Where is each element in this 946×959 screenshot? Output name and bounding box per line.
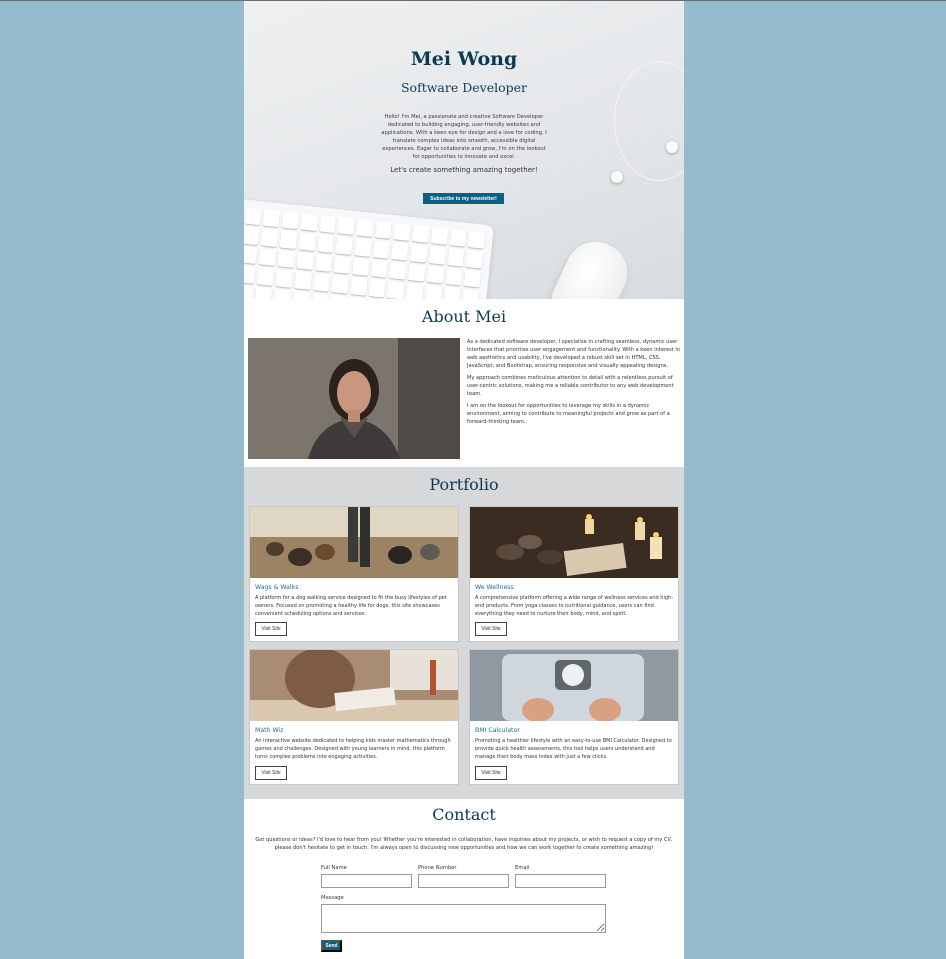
hero-section: Mei Wong Software Developer Hello! I'm M… xyxy=(244,1,684,299)
page: Mei Wong Software Developer Hello! I'm M… xyxy=(244,1,684,959)
email-label: Email xyxy=(515,865,530,871)
project-title: Wags & Walks xyxy=(255,584,299,591)
project-description: A comprehensive platform offering a wide… xyxy=(475,595,674,617)
about-paragraph: I am on the lookout for opportunities to… xyxy=(467,403,670,425)
project-card-we-wellness: We Wellness A comprehensive platform off… xyxy=(469,506,679,642)
portfolio-title: Portfolio xyxy=(429,475,499,494)
project-description: Promoting a healthier lifestyle with an … xyxy=(475,738,672,760)
project-card-bmi-calculator: BMI Calculator Promoting a healthier lif… xyxy=(469,649,679,785)
portfolio-section: Portfolio Wags & Walks A platform for a xyxy=(244,467,684,799)
project-description: A platform for a dog walking service des… xyxy=(255,595,447,617)
about-section: About Mei As a dedicated software develo… xyxy=(244,299,684,467)
mouse-image xyxy=(542,232,638,299)
visit-site-button[interactable]: Visit Site xyxy=(255,622,287,636)
contact-section: Contact Got questions or ideas? I'd love… xyxy=(244,799,684,959)
project-title: BMI Calculator xyxy=(475,727,520,734)
about-text: As a dedicated software developer, I spe… xyxy=(467,338,681,430)
project-card-wags-walks: Wags & Walks A platform for a dog walkin… xyxy=(249,506,459,642)
project-description: An interactive website dedicated to help… xyxy=(255,738,451,760)
project-title: Math Wiz xyxy=(255,727,284,734)
visit-site-button[interactable]: Visit Site xyxy=(475,766,507,780)
about-paragraph: My approach combines meticulous attentio… xyxy=(467,375,674,397)
about-paragraph: As a dedicated software developer, I spe… xyxy=(467,339,680,369)
hero-tagline: Let's create something amazing together! xyxy=(390,166,538,174)
email-field[interactable] xyxy=(515,874,606,888)
message-field[interactable] xyxy=(321,904,606,933)
hero-bio: Hello! I'm Mei, a passionate and creativ… xyxy=(381,114,547,160)
project-card-math-wiz: Math Wiz An interactive website dedicate… xyxy=(249,649,459,785)
contact-intro: Got questions or ideas? I'd love to hear… xyxy=(255,837,673,851)
hero-name: Mei Wong xyxy=(410,48,518,70)
earbud-right xyxy=(666,141,678,153)
dog-walking-image xyxy=(250,507,458,578)
math-study-image xyxy=(250,650,458,721)
contact-title: Contact xyxy=(432,805,496,824)
bathroom-scale-image xyxy=(470,650,678,721)
visit-site-button[interactable]: Visit Site xyxy=(255,766,287,780)
keyboard-image xyxy=(244,196,494,299)
earphone-cable xyxy=(614,61,684,181)
wellness-image xyxy=(470,507,678,578)
visit-site-button[interactable]: Visit Site xyxy=(475,622,507,636)
project-title: We Wellness xyxy=(475,584,514,591)
send-button[interactable]: Send xyxy=(321,940,342,952)
portrait-photo xyxy=(248,338,460,459)
phone-label: Phone Number xyxy=(418,865,457,871)
full-name-label: Full Name xyxy=(321,865,347,871)
hero-role: Software Developer xyxy=(400,80,527,95)
about-title: About Mei xyxy=(421,307,507,326)
subscribe-button[interactable]: Subscribe to my newsletter! xyxy=(423,193,504,204)
phone-field[interactable] xyxy=(418,874,509,888)
message-label: Message xyxy=(321,895,344,901)
full-name-field[interactable] xyxy=(321,874,412,888)
